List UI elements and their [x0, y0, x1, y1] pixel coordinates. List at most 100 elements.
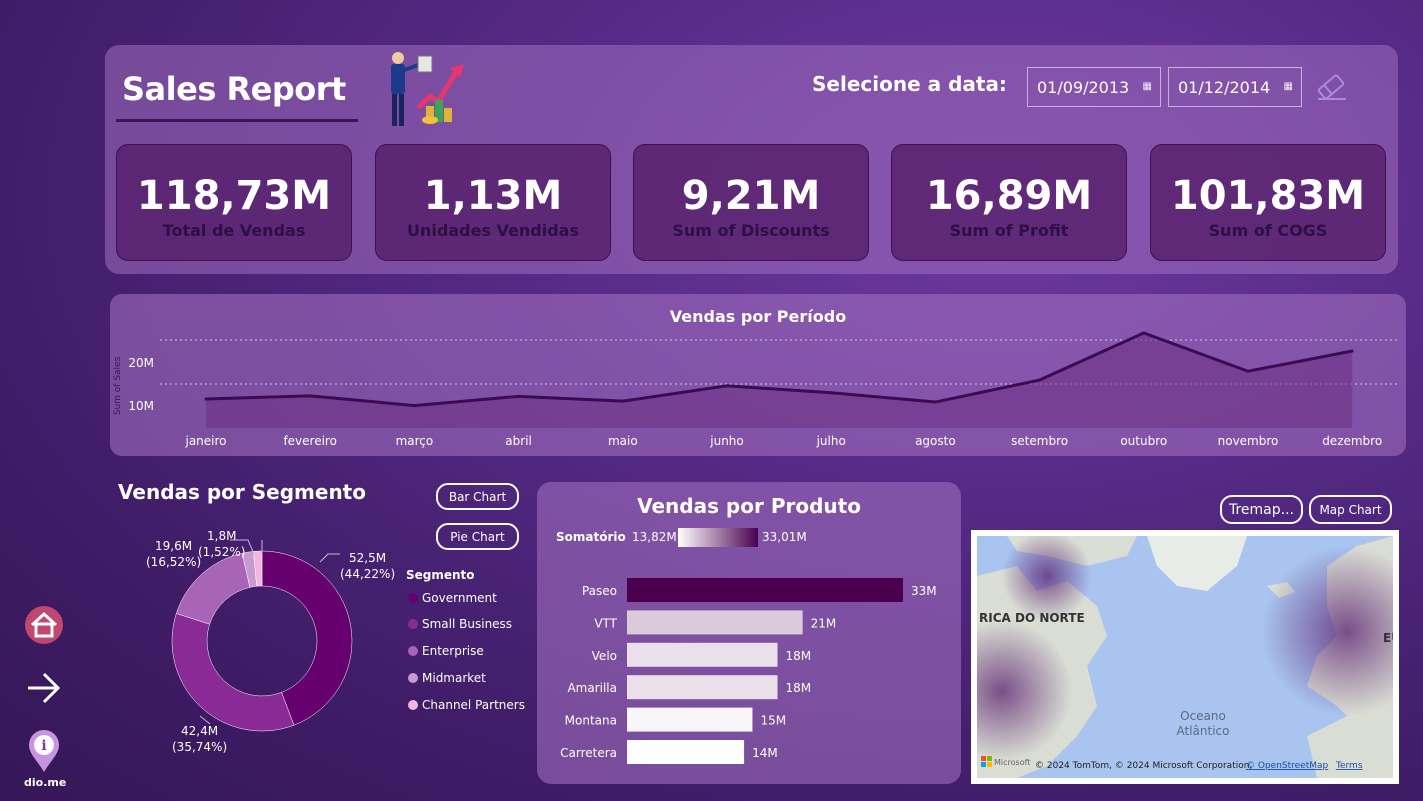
legend-item[interactable]: Enterprise: [408, 644, 484, 658]
data-label-value: 19,6M: [155, 539, 193, 553]
kpi-sum-cogs: 101,83M Sum of COGS: [1150, 144, 1386, 261]
bar: [627, 610, 803, 635]
x-tick-label: novembro: [1218, 434, 1279, 448]
data-point: [725, 384, 729, 388]
start-date-input[interactable]: 01/09/2013 ▦: [1027, 67, 1161, 107]
map-chart-button[interactable]: Map Chart: [1309, 495, 1392, 524]
donut-data-label: 19,6M (16,52%): [146, 538, 201, 570]
x-tick-label: julho: [816, 434, 846, 448]
legend-item[interactable]: Small Business: [408, 617, 512, 631]
y-axis-label: Sum of Sales: [113, 356, 123, 415]
data-point: [933, 400, 937, 404]
period-area-chart: Sum of Sales 20M 10M janeiro fevereiro mar…: [113, 331, 1400, 448]
map-graphic: RICA DO NORTE Oceano Atlântico EU Micros…: [977, 536, 1393, 778]
start-date-value: 01/09/2013: [1037, 77, 1130, 97]
arrow-right-icon[interactable]: [26, 670, 64, 706]
bar-category-label: Carretera: [560, 746, 617, 760]
end-date-value: 01/12/2014: [1178, 77, 1271, 97]
home-icon[interactable]: [24, 605, 64, 645]
x-tick-label: dezembro: [1322, 434, 1382, 448]
legend-title: Segmento: [406, 568, 475, 582]
legend-label: Government: [422, 591, 497, 605]
legend-dot: [408, 619, 418, 629]
bar-category-label: VTT: [594, 616, 617, 630]
x-tick-label: junho: [709, 434, 744, 448]
bar-value-label: 18M: [786, 649, 812, 663]
bar-value-label: 21M: [811, 616, 837, 630]
map-label-europe: EU: [1383, 631, 1393, 645]
openstreetmap-link[interactable]: © OpenStreetMap: [1246, 761, 1329, 771]
kpi-value: 9,21M: [681, 173, 821, 219]
date-filter-label: Selecione a data:: [812, 72, 1007, 96]
calendar-icon[interactable]: ▦: [1284, 81, 1293, 92]
data-point: [621, 399, 625, 403]
bar-category-label: Paseo: [582, 584, 617, 598]
x-tick-label: janeiro: [184, 434, 226, 448]
data-label-percent: (35,74%): [172, 740, 228, 754]
data-label-percent: (1,52%): [198, 545, 246, 559]
dio-brand-label: dio.me: [24, 776, 67, 789]
end-date-input[interactable]: 01/12/2014 ▦: [1168, 67, 1302, 107]
data-point: [308, 394, 312, 398]
calendar-icon[interactable]: ▦: [1143, 81, 1152, 92]
segment-chart-title: Vendas por Segmento: [118, 480, 366, 504]
kpi-label: Sum of Profit: [949, 221, 1069, 240]
map-attribution: © 2024 TomTom, © 2024 Microsoft Corporat…: [1035, 761, 1252, 771]
map-label-ocean-1: Oceano: [1180, 709, 1226, 723]
x-tick-label: agosto: [915, 434, 956, 448]
page-title: Sales Report: [122, 70, 346, 108]
donut-data-label: 42,4M (35,74%): [172, 723, 227, 755]
map-canvas[interactable]: RICA DO NORTE Oceano Atlântico EU Micros…: [977, 536, 1393, 778]
bar: [627, 740, 745, 764]
microsoft-logo-text: Microsoft: [994, 758, 1030, 767]
kpi-total-vendas: 118,73M Total de Vendas: [116, 144, 352, 261]
legend-dot: [408, 673, 418, 683]
kpi-value: 118,73M: [136, 173, 332, 219]
map-container: RICA DO NORTE Oceano Atlântico EU Micros…: [971, 530, 1399, 784]
donut-data-label: 52,5M (44,22%): [340, 550, 395, 582]
legend-item[interactable]: Midmarket: [408, 671, 486, 685]
svg-text:i: i: [41, 738, 46, 754]
legend-label: Channel Partners: [422, 698, 525, 712]
info-location-icon[interactable]: i: [27, 728, 61, 774]
kpi-value: 16,89M: [925, 173, 1093, 219]
color-scale-gradient: [678, 528, 758, 547]
title-underline: [116, 119, 358, 122]
map-label-ocean-2: Atlântico: [1177, 724, 1230, 738]
pie-chart-button[interactable]: Pie Chart: [436, 523, 519, 550]
legend-item[interactable]: Government: [408, 591, 497, 605]
color-scale-max: 33,01M: [762, 530, 807, 544]
x-tick-label: abril: [505, 434, 532, 448]
bar-value-label: 33M: [911, 584, 937, 598]
data-point: [1142, 331, 1146, 335]
eraser-icon[interactable]: [1314, 72, 1348, 102]
x-tick-label: março: [396, 434, 434, 448]
data-label-value: 42,4M: [181, 724, 219, 738]
data-point: [204, 397, 208, 401]
x-tick-label: outubro: [1120, 434, 1167, 448]
map-label-north-america: RICA DO NORTE: [979, 611, 1085, 625]
donut-data-label: 1,8M (1,52%): [198, 528, 245, 560]
y-tick-label: 10M: [128, 399, 154, 413]
bar-chart-button[interactable]: Bar Chart: [436, 483, 519, 510]
data-label-percent: (16,52%): [146, 555, 202, 569]
bar: [627, 707, 753, 732]
y-tick-label: 20M: [128, 356, 154, 370]
terms-link[interactable]: Terms: [1335, 761, 1363, 771]
color-scale-min: 13,82M: [632, 530, 677, 544]
legend-dot: [408, 593, 418, 603]
color-scale-label: Somatório: [556, 530, 626, 544]
x-tick-label: fevereiro: [283, 434, 337, 448]
data-label-percent: (44,22%): [340, 567, 396, 581]
bar: [627, 675, 778, 700]
data-point: [829, 391, 833, 395]
treemap-button[interactable]: Tremap...: [1220, 495, 1303, 524]
product-chart-title: Vendas por Produto: [637, 494, 861, 518]
bar-value-label: 18M: [786, 681, 812, 695]
kpi-label: Unidades Vendidas: [407, 221, 579, 240]
legend-item[interactable]: Channel Partners: [408, 698, 525, 712]
kpi-value: 101,83M: [1170, 173, 1366, 219]
bar-category-label: Montana: [565, 714, 617, 728]
legend-label: Midmarket: [422, 671, 486, 685]
bar-category-label: Velo: [592, 649, 617, 663]
